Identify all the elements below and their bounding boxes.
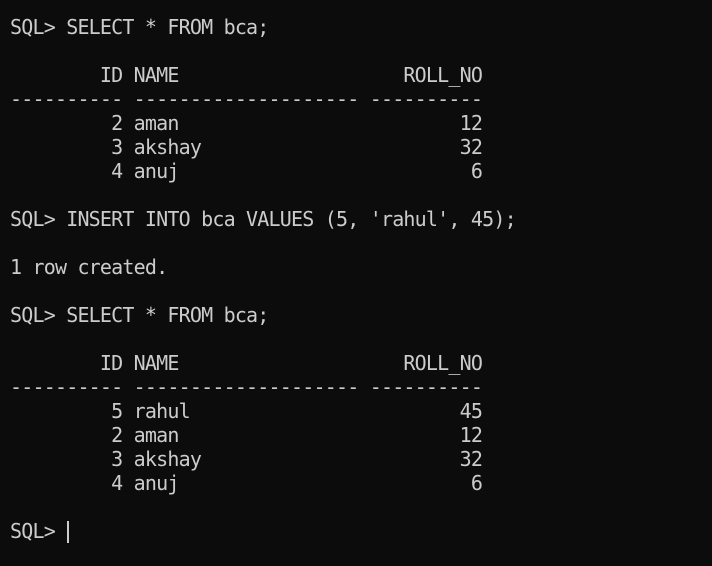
terminal-line: 1 row created.	[10, 255, 168, 279]
sql-prompt: SQL>	[10, 519, 67, 543]
terminal-line: 3 akshay 32	[10, 447, 483, 471]
text-cursor	[67, 521, 70, 543]
terminal-line: SQL> SELECT * FROM bca;	[10, 303, 269, 327]
terminal-line: ---------- -------------------- --------…	[10, 375, 483, 399]
terminal-line: 2 aman 12	[10, 423, 483, 447]
terminal-line: ID NAME ROLL_NO	[10, 63, 483, 87]
terminal-output: SQL> SELECT * FROM bca; ID NAME ROLL_NO -…	[10, 15, 712, 519]
terminal-line: 5 rahul 45	[10, 399, 483, 423]
terminal-line: SQL> SELECT * FROM bca;	[10, 15, 269, 39]
terminal-line: 2 aman 12	[10, 111, 483, 135]
terminal-line: 4 anuj 6	[10, 471, 483, 495]
terminal-line: SQL> INSERT INTO bca VALUES (5, 'rahul',…	[10, 207, 517, 231]
terminal-window[interactable]: SQL> SELECT * FROM bca; ID NAME ROLL_NO -…	[0, 0, 712, 566]
prompt-line[interactable]: SQL>	[10, 519, 712, 543]
terminal-line: 3 akshay 32	[10, 135, 483, 159]
terminal-line: ID NAME ROLL_NO	[10, 351, 483, 375]
terminal-line: ---------- -------------------- --------…	[10, 87, 483, 111]
terminal-line: 4 anuj 6	[10, 159, 483, 183]
